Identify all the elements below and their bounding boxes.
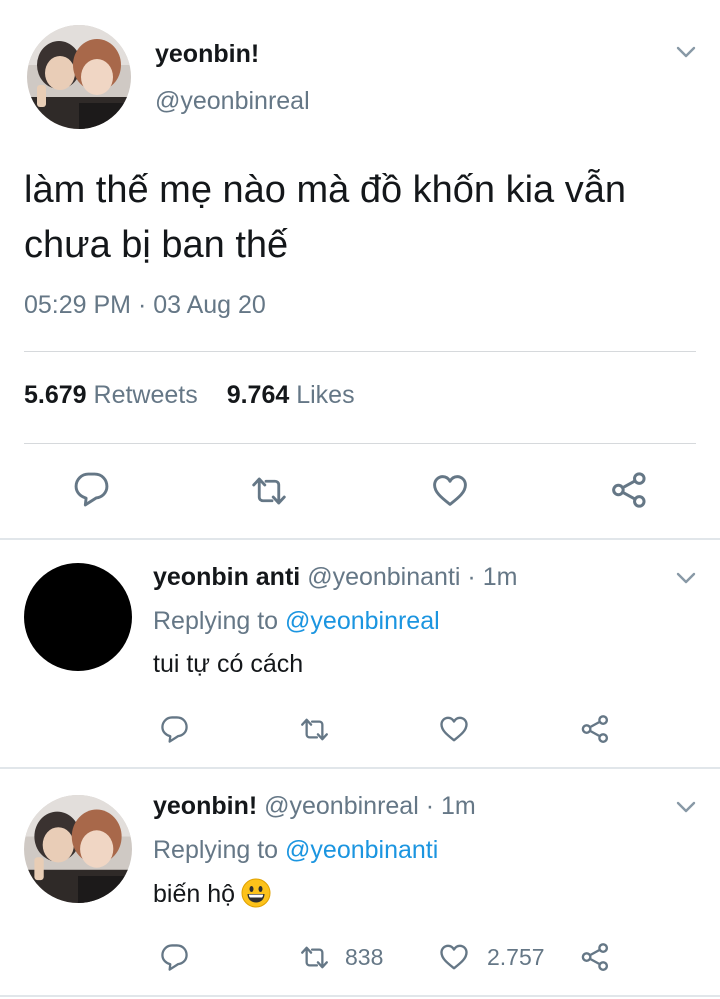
retweet-count: 838 (345, 944, 384, 970)
retweets-label: Retweets (93, 381, 198, 409)
reply-icon[interactable] (160, 715, 189, 744)
chevron-down-icon[interactable] (674, 795, 698, 819)
section-divider (0, 995, 720, 997)
reply-avatar[interactable] (24, 563, 132, 671)
section-divider (0, 538, 720, 540)
like-count: 2.757 (487, 944, 545, 970)
reply-display-name[interactable]: yeonbin! (153, 792, 257, 820)
like-icon[interactable] (438, 714, 470, 744)
share-icon[interactable] (580, 942, 610, 972)
retweets-count: 5.679 (24, 381, 87, 409)
reply-handle[interactable]: @yeonbinreal (264, 792, 419, 820)
reply-text: biến hộ (153, 880, 236, 908)
grinning-face-icon (241, 878, 271, 908)
like-icon[interactable] (438, 942, 470, 972)
reply-header: yeonbin anti @yeonbinanti · 1m (153, 563, 517, 592)
separator: · (425, 792, 435, 820)
reply-display-name[interactable]: yeonbin anti (153, 563, 300, 591)
retweet-icon[interactable] (298, 943, 331, 972)
likes-stat[interactable]: 9.764 Likes (227, 381, 355, 409)
reply-avatar[interactable] (24, 795, 132, 903)
reply-icon[interactable] (160, 943, 189, 972)
reply-time: 1m (482, 563, 518, 591)
retweets-stat[interactable]: 5.679 Retweets (24, 381, 198, 409)
separator: · (467, 563, 476, 591)
section-divider (0, 767, 720, 769)
replying-to: Replying to @yeonbinreal (153, 607, 440, 636)
main-display-name[interactable]: yeonbin! (155, 40, 259, 69)
replying-prefix: Replying to (153, 607, 279, 635)
reply-handle[interactable]: @yeonbinanti (307, 563, 460, 591)
main-handle[interactable]: @yeonbinreal (155, 87, 310, 116)
chevron-down-icon[interactable] (674, 40, 698, 64)
reply-time: 1m (441, 792, 476, 820)
replying-to: Replying to @yeonbinanti (153, 836, 438, 865)
share-icon[interactable] (610, 471, 648, 509)
retweet-icon[interactable] (298, 715, 331, 744)
reply-header: yeonbin! @yeonbinreal · 1m (153, 792, 476, 821)
replying-to-link[interactable]: @yeonbinreal (285, 607, 440, 635)
like-icon[interactable] (430, 472, 470, 509)
tweet-stats: 5.679 Retweets 9.764 Likes (24, 381, 355, 410)
likes-count: 9.764 (226, 381, 290, 409)
tweet-timestamp: 05:29 PM · 03 Aug 20 (24, 291, 266, 319)
main-avatar[interactable] (27, 25, 131, 129)
divider (24, 351, 696, 352)
reply-text-row: biến hộ (153, 878, 271, 909)
chevron-down-icon[interactable] (674, 566, 698, 590)
replying-to-link[interactable]: @yeonbinanti (285, 836, 438, 864)
retweet-icon[interactable] (248, 473, 290, 509)
replying-prefix: Replying to (153, 836, 279, 864)
tweet-text: làm thế mẹ nào mà đồ khốn kia vẫn chưa b… (24, 169, 627, 266)
share-icon[interactable] (580, 714, 610, 744)
reply-icon[interactable] (73, 471, 110, 508)
reply-text: tui tự có cách (153, 650, 304, 678)
likes-label: Likes (296, 381, 355, 409)
divider (24, 443, 696, 444)
